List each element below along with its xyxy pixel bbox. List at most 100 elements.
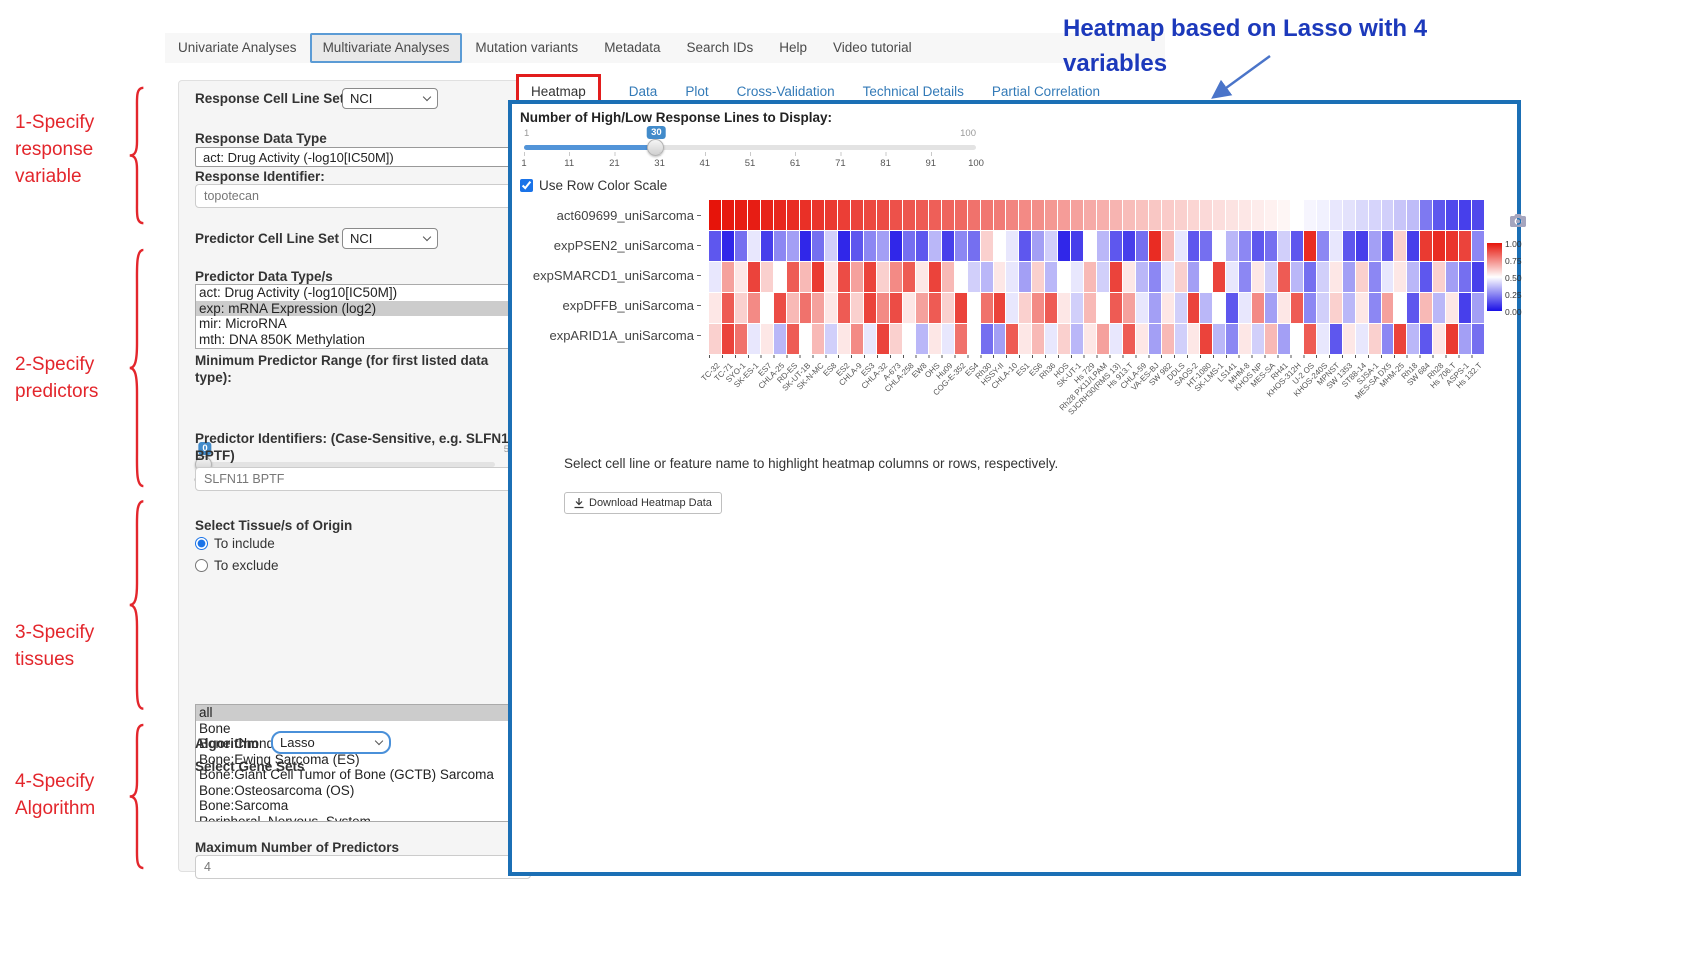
tissue-radio-to-include: To include — [195, 536, 279, 551]
heatmap-cell — [1356, 324, 1368, 354]
heatmap-cell — [903, 324, 915, 354]
camera-icon[interactable] — [1510, 214, 1526, 227]
heatmap-cell — [1058, 324, 1070, 354]
heatmap-cell — [1110, 262, 1122, 292]
radio-to-include[interactable] — [195, 537, 208, 550]
tick-label: 11 — [564, 158, 574, 169]
heatmap-cell — [1304, 293, 1316, 323]
nav-tab-multivariate-analyses[interactable]: Multivariate Analyses — [310, 33, 463, 63]
heatmap-cell — [735, 262, 747, 292]
heatmap-cell — [1226, 262, 1238, 292]
heatmap-cell — [1433, 262, 1445, 292]
row-color-scale-checkbox[interactable] — [520, 179, 533, 192]
predictor-data-type-option[interactable]: exp: mRNA Expression (log2) — [196, 301, 530, 317]
response-cell-line-set-select[interactable]: NCI — [342, 88, 438, 109]
tissue-option[interactable]: Bone:Osteosarcoma (OS) — [196, 783, 530, 799]
tick-label: 91 — [926, 158, 937, 169]
heatmap-cell — [1356, 262, 1368, 292]
heatmap-row-label[interactable]: expDFFB_uniSarcoma — [512, 290, 701, 320]
algorithm-select[interactable]: Lasso — [271, 731, 391, 754]
heatmap-cell — [1175, 262, 1187, 292]
tab-cross-validation[interactable]: Cross-Validation — [737, 84, 835, 99]
heatmap-cell — [1084, 231, 1096, 261]
heatmap-cell — [1407, 231, 1419, 261]
tissue-option[interactable]: Bone:Sarcoma — [196, 798, 530, 814]
heatmap-cell — [748, 200, 760, 230]
tab-partial-correlation[interactable]: Partial Correlation — [992, 84, 1100, 99]
radio-to-exclude[interactable] — [195, 559, 208, 572]
heatmap-cell — [1446, 262, 1458, 292]
heatmap-row-label[interactable]: act609699_uniSarcoma — [512, 200, 701, 230]
predictor-data-type-option[interactable]: mir: MicroRNA — [196, 316, 530, 332]
heatmap-cell — [838, 200, 850, 230]
slider-value-badge: 30 — [647, 126, 666, 139]
response-identifier-input[interactable] — [195, 184, 531, 208]
heatmap-cell — [722, 231, 734, 261]
heatmap-cell — [1369, 262, 1381, 292]
nav-tab-help[interactable]: Help — [766, 33, 820, 63]
heatmap-cell — [929, 293, 941, 323]
heatmap-cell — [1006, 324, 1018, 354]
heatmap-row-label[interactable]: expPSEN2_uniSarcoma — [512, 230, 701, 260]
heatmap-cell — [748, 293, 760, 323]
heatmap-cell — [825, 324, 837, 354]
heatmap-grid[interactable] — [709, 200, 1484, 354]
heatmap-cell — [1394, 262, 1406, 292]
nav-tab-univariate-analyses[interactable]: Univariate Analyses — [165, 33, 310, 63]
heatmap-cell — [851, 231, 863, 261]
heatmap-cell — [1317, 293, 1329, 323]
heatmap-cell — [838, 324, 850, 354]
heatmap-cell — [709, 200, 721, 230]
heatmap-cell — [1071, 324, 1083, 354]
predictor-data-type-option[interactable]: act: Drug Activity (-log10[IC50M]) — [196, 285, 530, 301]
predictor-data-types-listbox[interactable]: act: Drug Activity (-log10[IC50M])exp: m… — [195, 284, 531, 349]
nav-tab-metadata[interactable]: Metadata — [591, 33, 673, 63]
heatmap-cell — [1265, 200, 1277, 230]
nav-tab-search-ids[interactable]: Search IDs — [673, 33, 766, 63]
tissue-option[interactable]: Peripheral_Nervous_System — [196, 814, 530, 823]
heatmap-row-label[interactable]: expSMARCD1_uniSarcoma — [512, 260, 701, 290]
download-heatmap-data-button[interactable]: Download Heatmap Data — [564, 492, 722, 514]
heatmap-row-label[interactable]: expARID1A_uniSarcoma — [512, 320, 701, 350]
chevron-down-icon — [375, 737, 383, 745]
heatmap-cell — [929, 200, 941, 230]
heatmap-cell — [1291, 262, 1303, 292]
predictor-cell-line-set-select[interactable]: NCI — [342, 228, 438, 249]
heatmap-cell — [735, 200, 747, 230]
heatmap-cell — [812, 262, 824, 292]
predictor-identifiers-input[interactable] — [195, 467, 531, 491]
tab-plot[interactable]: Plot — [685, 84, 708, 99]
heatmap-cell — [1084, 324, 1096, 354]
heatmap-cell — [1213, 262, 1225, 292]
response-data-type-select[interactable]: act: Drug Activity (-log10[IC50M]) — [195, 147, 531, 167]
heatmap-cell — [1394, 200, 1406, 230]
heatmap-cell — [890, 293, 902, 323]
nav-tab-mutation-variants[interactable]: Mutation variants — [462, 33, 591, 63]
heatmap-cell — [1356, 293, 1368, 323]
download-button-label: Download Heatmap Data — [589, 497, 712, 509]
heatmap-cell — [1356, 200, 1368, 230]
tab-data[interactable]: Data — [629, 84, 658, 99]
annotation-step4: 4-Specify Algorithm — [15, 769, 95, 823]
annotation-arrow — [1200, 52, 1280, 107]
tab-technical-details[interactable]: Technical Details — [863, 84, 964, 99]
heatmap-cell — [1472, 200, 1484, 230]
tissue-option[interactable]: all — [196, 705, 530, 721]
heatmap-cell — [1252, 231, 1264, 261]
predictor-cell-line-set-label: Predictor Cell Line Set — [195, 231, 339, 248]
heatmap-cell — [1213, 324, 1225, 354]
nav-tab-video-tutorial[interactable]: Video tutorial — [820, 33, 925, 63]
heatmap-cell — [1200, 231, 1212, 261]
heatmap-cell — [1343, 324, 1355, 354]
heatmap-cell — [864, 262, 876, 292]
heatmap-cell — [851, 324, 863, 354]
tick-label: 81 — [880, 158, 891, 169]
heatmap-cell — [942, 231, 954, 261]
heatmap-cell — [890, 262, 902, 292]
heatmap-cell — [1407, 262, 1419, 292]
heatmap-cell — [916, 293, 928, 323]
predictor-data-type-option[interactable]: mth: DNA 850K Methylation — [196, 332, 530, 348]
heatmap-cell — [1472, 293, 1484, 323]
heatmap-cell — [1317, 262, 1329, 292]
max-predictors-input[interactable] — [195, 855, 531, 879]
